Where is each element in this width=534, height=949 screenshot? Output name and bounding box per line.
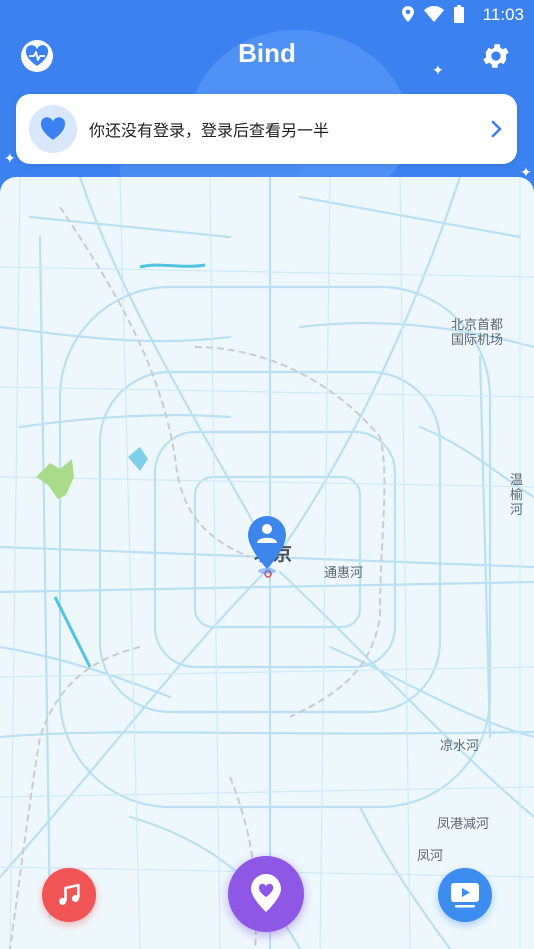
star-icon: ✦ <box>4 151 16 167</box>
location-heart-button[interactable] <box>228 856 304 932</box>
video-button[interactable] <box>438 868 492 922</box>
status-time: 11:03 <box>482 5 524 24</box>
gear-icon <box>483 44 509 68</box>
music-note-icon <box>59 883 80 905</box>
map-label-wenyu-river: 温榆河 <box>510 473 524 518</box>
person-icon <box>262 524 272 534</box>
login-banner[interactable]: 你还没有登录，登录后查看另一半 <box>16 94 517 164</box>
battery-icon <box>454 5 464 23</box>
music-button[interactable] <box>42 868 96 922</box>
map-label-airport: 北京首都国际机场 <box>451 318 504 348</box>
login-avatar <box>29 105 77 153</box>
location-icon <box>402 6 414 22</box>
map-label-liangshui-river: 凉水河 <box>440 739 480 754</box>
settings-button[interactable] <box>478 38 514 74</box>
map-label-feng-river: 凤河 <box>417 849 444 864</box>
login-banner-text: 你还没有登录，登录后查看另一半 <box>89 121 330 140</box>
wifi-icon <box>424 6 444 22</box>
heart-pulse-icon <box>25 45 49 66</box>
heart-icon <box>40 117 66 140</box>
status-bar: 11:03 <box>0 0 534 30</box>
chevron-right-icon <box>491 120 502 138</box>
status-icons <box>402 5 464 23</box>
heart-pulse-button[interactable] <box>21 40 53 72</box>
map-label-tonghui-river: 通惠河 <box>324 566 364 581</box>
user-location-pin[interactable] <box>246 515 288 575</box>
video-screen-icon <box>451 883 479 908</box>
page-title: Bind <box>238 38 296 68</box>
map-label-fenggang-river: 凤港减河 <box>437 817 490 832</box>
location-heart-icon <box>251 874 281 912</box>
